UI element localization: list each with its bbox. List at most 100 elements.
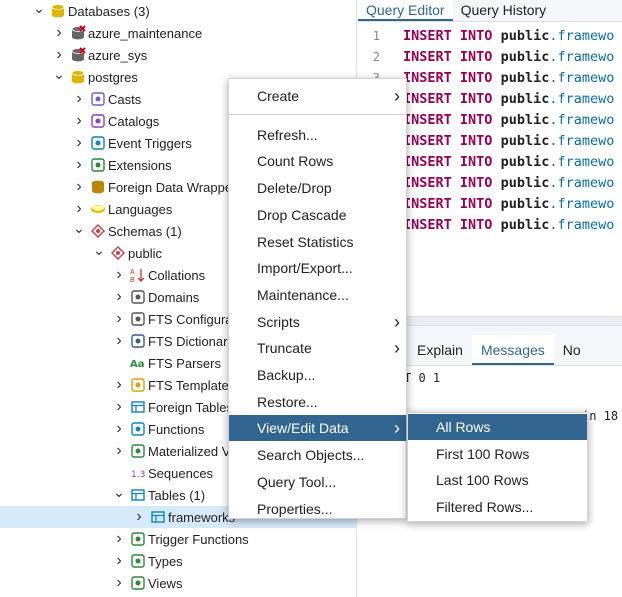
collations-icon: AB [130, 267, 146, 283]
tree-node[interactable]: › azure_sys [0, 44, 357, 66]
sql-keyword: INSERT [403, 91, 452, 107]
sql-keyword: INSERT [403, 112, 452, 128]
chevron-right-icon[interactable]: › [72, 178, 86, 196]
domains-icon [130, 289, 146, 305]
schema-name: public [500, 175, 550, 191]
menu-item-label: Backup... [257, 367, 316, 383]
menu-item-label: Refresh... [257, 126, 318, 143]
menu-item[interactable]: Delete/Drop [229, 175, 406, 201]
tree-node[interactable]: › Trigger Functions [0, 528, 357, 550]
chevron-down-icon[interactable]: ⌄ [92, 243, 106, 257]
chevron-down-icon[interactable]: ⌄ [112, 485, 126, 499]
menu-item[interactable]: Truncate › [229, 335, 406, 361]
chevron-right-icon[interactable]: › [112, 266, 126, 284]
chevron-right-icon[interactable]: › [112, 530, 126, 548]
chevron-right-icon[interactable]: › [52, 46, 66, 64]
tab-explain[interactable]: Explain [408, 335, 472, 365]
menu-item[interactable]: Search Objects... [229, 442, 406, 468]
menu-item-label: Properties... [257, 500, 333, 517]
sql-keyword: INSERT [403, 49, 452, 65]
chevron-right-icon[interactable]: › [72, 200, 86, 218]
menu-item[interactable]: Create › [229, 83, 406, 109]
tab-messages[interactable]: Messages [471, 335, 554, 365]
code-line[interactable]: INSERT INTO public.framewo [403, 194, 622, 215]
tree-node-label: FTS Templates [148, 377, 236, 393]
chevron-right-icon[interactable]: › [112, 420, 126, 438]
chevron-right-icon[interactable]: › [72, 112, 86, 130]
chevron-right-icon[interactable]: › [112, 332, 126, 350]
sql-keyword: INTO [459, 154, 493, 170]
menu-item[interactable]: Refresh... [229, 122, 406, 148]
tree-node[interactable]: › azure_maintenance [0, 22, 357, 44]
chevron-right-icon[interactable]: › [72, 90, 86, 108]
schema-name: public [500, 28, 550, 44]
menu-item[interactable]: View/Edit Data › [229, 415, 406, 442]
sql-keyword: INTO [459, 175, 493, 191]
extensions-icon [90, 157, 106, 173]
chevron-right-icon[interactable]: › [112, 376, 126, 394]
tree-node[interactable]: › Types [0, 550, 357, 572]
chevron-down-icon[interactable]: ⌄ [32, 1, 46, 15]
chevron-right-icon[interactable]: › [112, 442, 126, 460]
chevron-right-icon[interactable]: › [72, 156, 86, 174]
code-line[interactable]: INSERT INTO public.framewo [403, 152, 622, 173]
menu-item[interactable]: Maintenance... [229, 282, 406, 308]
table-icon [150, 509, 166, 525]
tab-no[interactable]: No [554, 335, 590, 365]
chevron-right-icon[interactable]: › [112, 398, 126, 416]
tree-node[interactable]: ⌄ Databases (3) [0, 0, 357, 22]
submenu-item[interactable]: First 100 Rows [408, 441, 587, 467]
tab-query-history[interactable]: Query History [453, 0, 555, 21]
chevron-down-icon[interactable]: ⌄ [52, 67, 66, 81]
tree-node-label: Foreign Tables [148, 399, 234, 415]
fts-templates-icon [130, 377, 146, 393]
submenu-item[interactable]: Last 100 Rows [408, 467, 587, 493]
menu-item-label: Query Tool... [257, 473, 337, 490]
submenu-item[interactable]: Filtered Rows... [408, 494, 587, 520]
tree-node[interactable]: › Views [0, 572, 357, 594]
code-line[interactable]: INSERT INTO public.framewo [403, 68, 622, 89]
chevron-down-icon[interactable]: ⌄ [72, 221, 86, 235]
code-line[interactable]: INSERT INTO public.framewo [403, 26, 622, 47]
tree-node-label: Schemas (1) [108, 223, 182, 239]
menu-item[interactable]: Count Rows [229, 148, 406, 174]
code-line[interactable]: INSERT INTO public.framewo [403, 173, 622, 194]
menu-item[interactable]: Properties... [229, 496, 406, 522]
menu-item[interactable]: Restore... [229, 389, 406, 415]
tree-node-label: Casts [108, 91, 142, 107]
code-line[interactable]: INSERT INTO public.framewo [403, 110, 622, 131]
chevron-right-icon[interactable]: › [112, 310, 126, 328]
schema-name: public [500, 112, 550, 128]
tables-icon [130, 487, 146, 503]
code-line[interactable]: INSERT INTO public.framewo [403, 47, 622, 68]
menu-item-label: Restore... [257, 393, 318, 410]
chevron-right-icon[interactable]: › [112, 574, 126, 592]
menu-item[interactable]: Query Tool... [229, 469, 406, 495]
chevron-right-icon[interactable]: › [52, 24, 66, 42]
tree-node-label: Trigger Functions [148, 531, 249, 547]
code-lines[interactable]: INSERT INTO public.framewo INSERT INTO pu… [403, 26, 622, 236]
menu-item[interactable]: Import/Export... [229, 255, 406, 281]
sql-keyword: INTO [459, 28, 493, 44]
sql-keyword: INSERT [403, 70, 452, 86]
svg-text:Aa: Aa [130, 359, 145, 370]
sql-keyword: INSERT [403, 196, 452, 212]
menu-item[interactable]: Scripts › [229, 309, 406, 335]
chevron-right-icon[interactable]: › [132, 508, 146, 526]
chevron-right-icon[interactable]: › [112, 288, 126, 306]
sql-keyword: INTO [459, 112, 493, 128]
submenu-item[interactable]: All Rows [408, 414, 587, 440]
code-line[interactable]: INSERT INTO public.framewo [403, 89, 622, 110]
chevron-right-icon[interactable]: › [72, 134, 86, 152]
code-line[interactable]: INSERT INTO public.framewo [403, 131, 622, 152]
sql-keyword: INSERT [403, 175, 452, 191]
view-edit-data-submenu: All Rows First 100 Rows Last 100 Rows Filte… [407, 412, 588, 522]
casts-icon [90, 91, 106, 107]
menu-item[interactable]: Reset Statistics [229, 229, 406, 255]
chevron-right-icon[interactable]: › [112, 552, 126, 570]
menu-item[interactable]: Backup... [229, 362, 406, 388]
tab-query-editor[interactable]: Query Editor [358, 0, 453, 21]
menu-item[interactable]: Drop Cascade [229, 202, 406, 228]
code-line[interactable]: INSERT INTO public.framewo [403, 215, 622, 236]
menu-item-label: Scripts [257, 313, 300, 330]
